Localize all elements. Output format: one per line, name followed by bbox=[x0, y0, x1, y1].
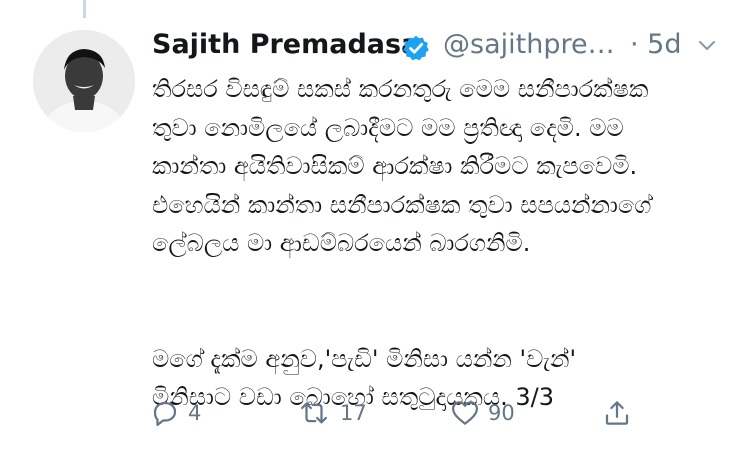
like-count: 90 bbox=[488, 401, 515, 425]
author-handle[interactable]: @sajithpre… bbox=[443, 29, 615, 60]
tweet-text-line: ලේබලය මා ආඩම්බරයෙන් බාරගනිමි. bbox=[152, 229, 531, 257]
retweet-count: 17 bbox=[340, 401, 367, 425]
like-button[interactable]: 90 bbox=[450, 395, 515, 431]
avatar[interactable] bbox=[33, 30, 135, 132]
reply-button[interactable]: 4 bbox=[150, 395, 201, 431]
reply-count: 4 bbox=[188, 401, 202, 425]
reply-icon bbox=[153, 401, 177, 426]
share-button[interactable] bbox=[602, 395, 640, 431]
tweet-text: තිරසර විසඳුම් සකස් කරනතුරු මෙම සනීපාරක්ෂ… bbox=[152, 70, 732, 417]
author-name[interactable]: Sajith Premadasa bbox=[152, 29, 419, 60]
tweet-timestamp[interactable]: · 5d bbox=[630, 29, 681, 60]
chevron-down-icon[interactable] bbox=[697, 35, 717, 55]
retweet-button[interactable]: 17 bbox=[296, 395, 367, 431]
verified-badge-icon bbox=[403, 35, 429, 61]
tweet-text-line: මගේ දැක්ම අනුව,'පැඩි' මිනිසා යන්න 'වැන්' bbox=[152, 344, 577, 373]
share-icon bbox=[605, 401, 629, 425]
retweet-icon bbox=[301, 402, 327, 424]
avatar-photo bbox=[33, 30, 135, 132]
heart-icon bbox=[452, 401, 478, 425]
tweet-actions: 4 17 90 bbox=[150, 395, 670, 435]
tweet-header: Sajith Premadasa @sajithpre… · 5d bbox=[152, 27, 720, 67]
tweet-text-line: තුවා නොමිලයේ ලබාදීමට මම ප්‍රතිඥා දෙමි. ම… bbox=[152, 113, 624, 142]
tweet-text-line: තිරසර විසඳුම් සකස් කරනතුරු මෙම සනීපාරක්ෂ… bbox=[152, 75, 649, 103]
tweet-text-line: කාන්තා අයිතිවාසිකම් ආරක්ෂා කිරීමට කැපවෙම… bbox=[152, 152, 638, 180]
thread-connector-line bbox=[83, 0, 86, 18]
tweet-text-line: එහෙයින් කාන්තා සනීපාරක්ෂක තුවා සපයන්නාගේ bbox=[152, 190, 652, 219]
